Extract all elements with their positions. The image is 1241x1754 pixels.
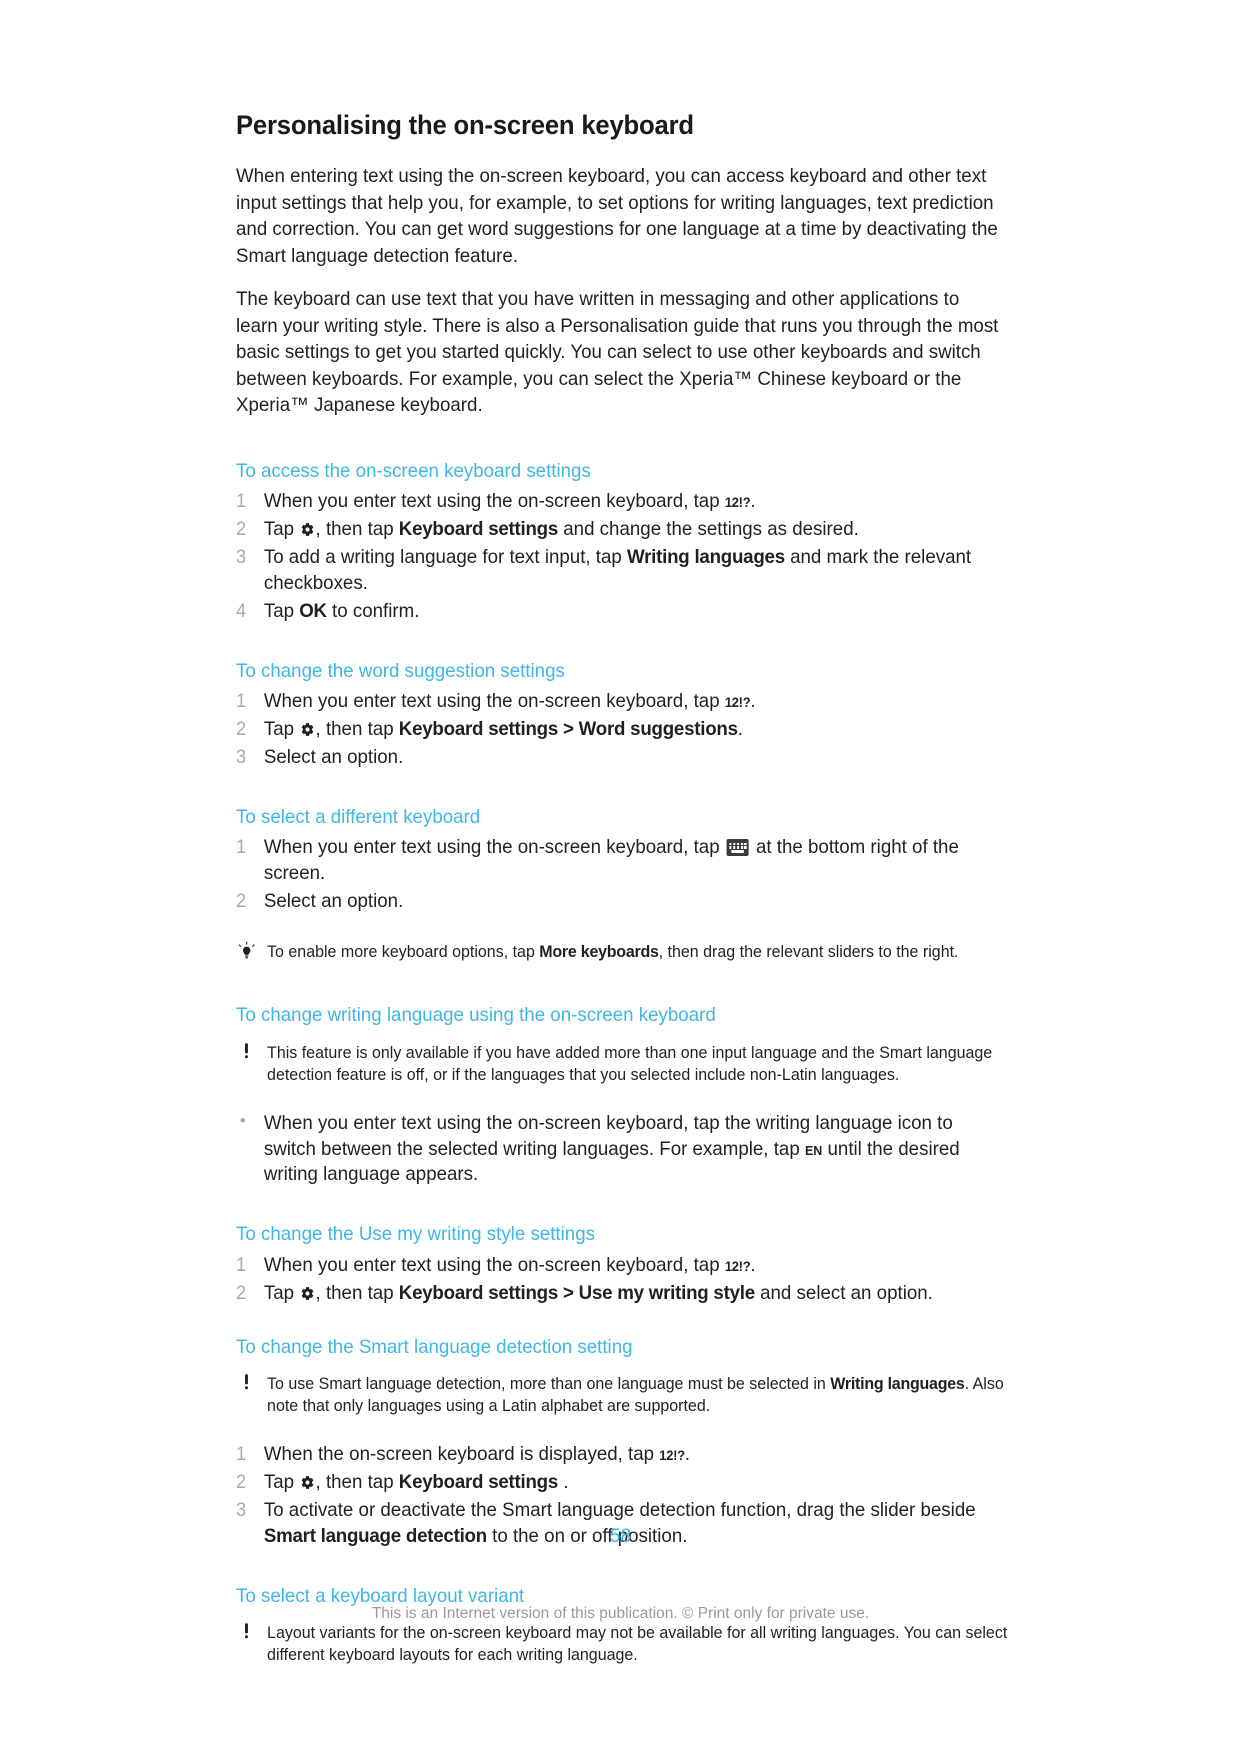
- gear-icon: [300, 722, 314, 737]
- step-text: Select an option.: [263, 890, 404, 913]
- gear-icon: [300, 522, 314, 537]
- steps-access-settings: When you enter text using the on-screen …: [236, 489, 1036, 625]
- intro-paragraph-2: The keyboard can use text that you have …: [236, 286, 1004, 419]
- gear-icon: [300, 1286, 314, 1301]
- step-bold-term: OK: [299, 599, 327, 622]
- note-text: This feature is only available if you ha…: [267, 1043, 993, 1085]
- page-content: Personalising the on-screen keyboard Whe…: [236, 110, 1036, 1667]
- step-text: , then tap: [315, 1281, 399, 1304]
- footer-disclaimer: This is an Internet version of this publ…: [371, 1605, 870, 1622]
- section-heading-smart-language-detection: To change the Smart language detection s…: [236, 1335, 633, 1358]
- step-text: When you enter text using the on-screen …: [263, 1253, 725, 1276]
- step-text: , then tap: [315, 717, 399, 740]
- step-text: , then tap: [315, 517, 399, 540]
- step-item: Tap , then tap Keyboard settings .: [236, 1470, 1004, 1496]
- step-separator: >: [558, 1281, 579, 1304]
- step-text: To activate or deactivate the Smart lang…: [263, 1498, 976, 1521]
- trademark-symbol: ™: [733, 367, 753, 390]
- step-bold-term: Keyboard settings: [398, 717, 559, 740]
- tip-text: To enable more keyboard options, tap: [267, 942, 540, 961]
- step-item: When the on-screen keyboard is displayed…: [236, 1442, 1004, 1468]
- step-item: Tap OK to confirm.: [236, 599, 1004, 625]
- page-number: 58: [609, 1526, 632, 1547]
- step-text: Tap: [263, 517, 300, 540]
- step-text: .: [558, 1470, 569, 1493]
- numeric-key-icon: 12!?: [724, 495, 751, 511]
- step-text: to confirm.: [326, 599, 420, 622]
- step-text: When you enter text using the on-screen …: [263, 490, 725, 513]
- tip-text: , then drag the relevant sliders to the …: [658, 942, 959, 961]
- step-text: and change the settings as desired.: [558, 517, 859, 540]
- step-bold-term: Use my writing style: [578, 1281, 755, 1304]
- note-callout-layout-variant: Layout variants for the on-screen keyboa…: [236, 1622, 1012, 1667]
- step-text: When the on-screen keyboard is displayed…: [263, 1442, 660, 1465]
- step-text: When you enter text using the on-screen …: [263, 836, 725, 859]
- steps-word-suggestion: When you enter text using the on-screen …: [236, 689, 1036, 771]
- step-item: Tap , then tap Keyboard settings and cha…: [236, 517, 1004, 543]
- exclamation-icon: [236, 1622, 257, 1644]
- step-text: .: [750, 490, 756, 513]
- step-text: To add a writing language for text input…: [263, 545, 628, 568]
- step-bold-term: Keyboard settings: [398, 1281, 559, 1304]
- step-item: When you enter text using the on-screen …: [236, 835, 1004, 887]
- section-heading-select-keyboard: To select a different keyboard: [236, 805, 481, 828]
- step-bold-term: Keyboard settings: [398, 517, 559, 540]
- step-item: Select an option.: [236, 889, 1004, 915]
- step-bold-term: Writing languages: [627, 545, 785, 568]
- step-item: When you enter text using the on-screen …: [236, 489, 1004, 515]
- keyboard-icon: [726, 839, 749, 857]
- note-bold-term: Writing languages: [830, 1375, 965, 1393]
- step-text: .: [684, 1442, 690, 1465]
- step-text: Tap: [263, 717, 300, 740]
- intro-p2-part-c: Japanese keyboard.: [308, 394, 483, 417]
- step-text: When you enter text using the on-screen …: [263, 690, 725, 713]
- list-item: When you enter text using the on-screen …: [236, 1110, 1004, 1189]
- document-page: Personalising the on-screen keyboard Whe…: [0, 0, 1241, 1754]
- step-bold-term: Word suggestions: [578, 717, 738, 740]
- bullets-change-writing-language: When you enter text using the on-screen …: [236, 1110, 1036, 1189]
- numeric-key-icon: 12!?: [659, 1447, 685, 1463]
- step-text: and select an option.: [754, 1281, 933, 1304]
- step-item: Tap , then tap Keyboard settings > Use m…: [236, 1281, 1004, 1307]
- page-title: Personalising the on-screen keyboard: [236, 110, 694, 140]
- gear-icon: [300, 1475, 314, 1490]
- step-text: .: [750, 1253, 756, 1276]
- step-text: Tap: [263, 1470, 300, 1493]
- step-item: To add a writing language for text input…: [236, 545, 1004, 597]
- step-text: Tap: [263, 599, 300, 622]
- step-item: When you enter text using the on-screen …: [236, 689, 1004, 715]
- steps-select-keyboard: When you enter text using the on-screen …: [236, 835, 1036, 915]
- step-text: .: [750, 690, 756, 713]
- numeric-key-icon: 12!?: [724, 695, 751, 711]
- intro-paragraph-1: When entering text using the on-screen k…: [236, 165, 998, 267]
- exclamation-icon: [236, 1373, 257, 1395]
- step-text: Select an option.: [263, 745, 404, 768]
- lightbulb-icon: [236, 941, 257, 963]
- step-item: When you enter text using the on-screen …: [236, 1253, 1004, 1279]
- tip-callout-more-keyboards: To enable more keyboard options, tap Mor…: [236, 941, 1012, 963]
- step-text: Tap: [263, 1281, 300, 1304]
- steps-writing-style: When you enter text using the on-screen …: [236, 1253, 1036, 1307]
- note-text: Layout variants for the on-screen keyboa…: [267, 1623, 1008, 1665]
- step-bold-term: Keyboard settings: [398, 1470, 559, 1493]
- note-callout-smart-detection: To use Smart language detection, more th…: [236, 1373, 1012, 1418]
- step-text: .: [737, 717, 743, 740]
- step-item: Select an option.: [236, 745, 1004, 771]
- numeric-key-icon: 12!?: [724, 1258, 751, 1274]
- tip-bold-term: More keyboards: [539, 942, 659, 961]
- note-callout-writing-language: This feature is only available if you ha…: [236, 1042, 1012, 1087]
- section-heading-change-writing-language: To change writing language using the on-…: [236, 1004, 716, 1027]
- step-text: , then tap: [315, 1470, 399, 1493]
- section-heading-access-settings: To access the on-screen keyboard setting…: [236, 459, 591, 482]
- language-key-icon: EN: [804, 1142, 823, 1158]
- step-separator: >: [558, 717, 579, 740]
- note-text: To use Smart language detection, more th…: [267, 1375, 831, 1393]
- section-heading-word-suggestion: To change the word suggestion settings: [236, 659, 565, 682]
- trademark-symbol: ™: [290, 394, 309, 417]
- exclamation-icon: [236, 1042, 257, 1064]
- section-heading-writing-style: To change the Use my writing style setti…: [236, 1223, 595, 1246]
- step-item: Tap , then tap Keyboard settings > Word …: [236, 717, 1004, 743]
